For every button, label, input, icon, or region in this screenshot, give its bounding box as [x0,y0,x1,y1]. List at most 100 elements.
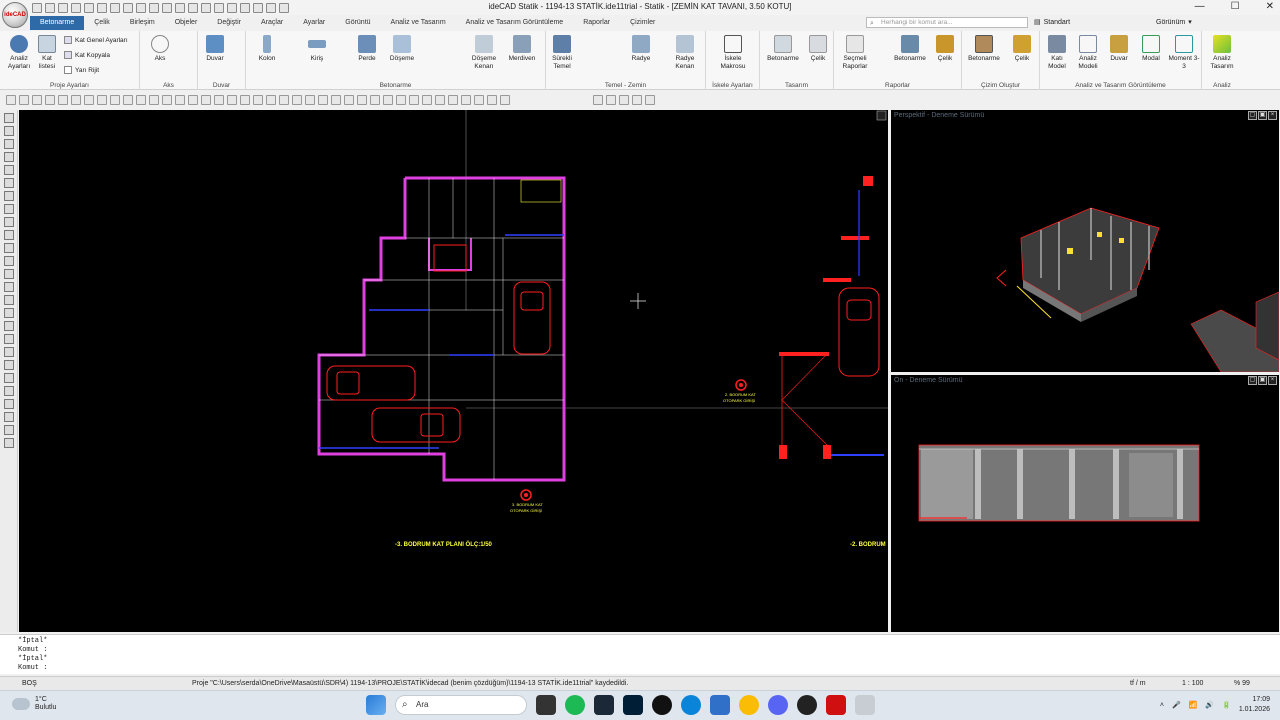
aks-button[interactable]: Aks [146,35,174,63]
draw-tool-icon[interactable] [71,94,81,105]
draw-tool-icon[interactable] [110,94,120,105]
side-tool-icon[interactable] [3,269,14,279]
radye-button[interactable]: Radye [626,35,656,63]
side-tool-icon[interactable] [3,204,14,214]
command-prompt[interactable]: Komut : [18,664,1280,673]
restore-icon[interactable]: ▢ [1248,376,1257,385]
doseme-kenari-button[interactable]: Döşeme Kenarı [466,35,502,71]
side-tool-icon[interactable] [3,360,14,370]
draw-tool-icon[interactable] [448,94,458,105]
side-tool-icon[interactable] [3,113,14,123]
tab-araclar[interactable]: Araçlar [251,16,293,30]
tab-betonarme[interactable]: Betonarme [30,16,85,30]
tab-analiz-goruntuleme[interactable]: Analiz ve Tasarım Görüntüleme [456,16,574,30]
status-unit[interactable]: tf / m [1130,677,1146,690]
tasarim-celik-button[interactable]: Çelik [804,35,832,63]
side-tool-icon[interactable] [3,373,14,383]
perspective-viewport[interactable]: Perspektif - Deneme Sürümü ▢ ▣ × [891,110,1279,372]
wifi-icon[interactable]: 📶 [1189,701,1198,709]
rapor-betonarme-button[interactable]: Betonarme [890,35,930,63]
draw-tool-icon[interactable] [606,94,616,105]
command-line[interactable]: *İptal* Komut : *İptal* Komut : [0,634,1280,674]
side-tool-icon[interactable] [3,126,14,136]
draw-tool-icon[interactable] [435,94,445,105]
draw-tool-icon[interactable] [84,94,94,105]
radye-kenari-button[interactable]: Radye Kenarı [668,35,702,71]
discord-icon[interactable] [768,695,788,715]
draw-tool-icon[interactable] [357,94,367,105]
draw-tool-icon[interactable] [409,94,419,105]
draw-tool-icon[interactable] [396,94,406,105]
rapor-celik-button[interactable]: Çelik [932,35,958,63]
close-icon[interactable]: × [1268,376,1277,385]
tasarim-betonarme-button[interactable]: Betonarme [762,35,804,63]
goruntu-duvar-button[interactable]: Duvar [1104,35,1134,63]
close-button[interactable]: ✕ [1266,1,1274,12]
clock[interactable]: 17:09 1.01.2026 [1239,695,1270,715]
volume-icon[interactable]: 🔊 [1205,701,1214,709]
edge-icon[interactable] [681,695,701,715]
kati-model-button[interactable]: Katı Model [1042,35,1072,71]
draw-tool-icon[interactable] [240,94,250,105]
draw-tool-icon[interactable] [136,94,146,105]
draw-tool-icon[interactable] [279,94,289,105]
outlook-icon[interactable] [710,695,730,715]
status-zoom[interactable]: % 99 [1234,677,1250,690]
command-search-input[interactable]: ⌕ Herhangi bir komut ara... [866,17,1028,28]
moment-button[interactable]: Moment 3-3 [1168,35,1200,71]
draw-tool-icon[interactable] [253,94,263,105]
modal-button[interactable]: Modal [1136,35,1166,63]
duvar-button[interactable]: Duvar [200,35,230,63]
analiz-ayarlari-button[interactable]: Analiz Ayarları [4,35,34,71]
chevron-up-icon[interactable]: ˄ [1160,702,1164,709]
kat-kopyala-button[interactable]: Kat Kopyala [64,51,110,59]
doseme-button[interactable]: Döşeme [386,35,418,63]
draw-tool-icon[interactable] [632,94,642,105]
perde-button[interactable]: Perde [352,35,382,63]
draw-tool-icon[interactable] [214,94,224,105]
chrome-icon[interactable] [739,695,759,715]
side-tool-icon[interactable] [3,139,14,149]
draw-tool-icon[interactable] [32,94,42,105]
draw-tool-icon[interactable] [318,94,328,105]
side-tool-icon[interactable] [3,256,14,266]
draw-tool-icon[interactable] [344,94,354,105]
minimize-button[interactable]: — [1195,1,1205,12]
tab-ayarlar[interactable]: Ayarlar [293,16,335,30]
spotify-icon[interactable] [565,695,585,715]
draw-tool-icon[interactable] [6,94,16,105]
weather-widget[interactable]: 1°C Bulutlu [12,696,56,712]
style-select[interactable]: ▤ Standart [1034,17,1070,28]
cizim-betonarme-button[interactable]: Betonarme [964,35,1004,63]
side-tool-icon[interactable] [3,425,14,435]
plan-viewport[interactable]: 3. BODRUM KAT OTOPARK GİRİŞİ 2. BODRUM K… [19,110,888,632]
draw-tool-icon[interactable] [645,94,655,105]
side-tool-icon[interactable] [3,282,14,292]
side-tool-icon[interactable] [3,217,14,227]
draw-tool-icon[interactable] [227,94,237,105]
side-tool-icon[interactable] [3,399,14,409]
draw-tool-icon[interactable] [500,94,510,105]
taskbar-search[interactable]: Ara [395,695,527,715]
maximize-button[interactable]: ☐ [1231,1,1240,12]
draw-tool-icon[interactable] [292,94,302,105]
tab-analiz-tasarim[interactable]: Analiz ve Tasarım [381,16,456,30]
side-tool-icon[interactable] [3,165,14,175]
tab-cizimler[interactable]: Çizimler [620,16,665,30]
draw-tool-icon[interactable] [188,94,198,105]
opera-gx-icon[interactable] [652,695,672,715]
maximize-icon[interactable]: ▣ [1258,111,1267,120]
side-tool-icon[interactable] [3,152,14,162]
battery-icon[interactable]: 🔋 [1222,701,1231,709]
side-tool-icon[interactable] [3,230,14,240]
draw-tool-icon[interactable] [461,94,471,105]
tab-goruntu[interactable]: Görüntü [335,16,380,30]
draw-tool-icon[interactable] [162,94,172,105]
kat-genel-button[interactable]: Kat Genel Ayarları [64,36,128,44]
tab-birlesim[interactable]: Birleşim [120,16,165,30]
draw-tool-icon[interactable] [474,94,484,105]
side-tool-icon[interactable] [3,308,14,318]
acrobat-icon[interactable] [826,695,846,715]
tab-celik[interactable]: Çelik [84,16,120,30]
side-tool-icon[interactable] [3,438,14,448]
